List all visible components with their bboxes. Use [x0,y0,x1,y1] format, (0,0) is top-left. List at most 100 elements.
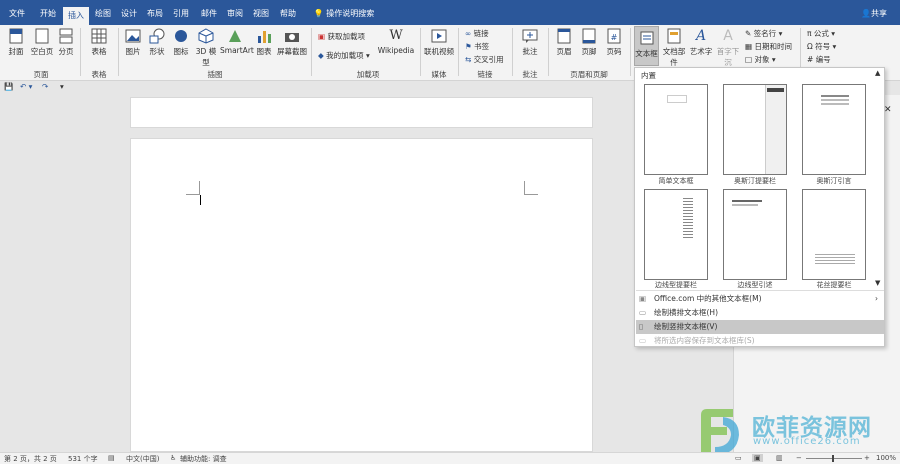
tab-file[interactable]: 文件 [4,5,30,22]
proofing-icon[interactable]: ▤ [108,454,115,462]
quick-parts-icon [667,28,681,44]
redo-icon[interactable]: ↷ [42,82,48,91]
quick-parts-button[interactable]: 文档部件 [660,28,688,68]
undo-icon[interactable]: ↶ ▾ [20,82,32,91]
pages-group-label: 页面 [33,70,49,79]
tab-draw[interactable]: 绘图 [90,5,116,22]
header-button[interactable]: 页眉 [553,28,575,57]
sidebar-preview [683,198,693,238]
link-button[interactable]: ∞ 链接 [465,28,489,39]
separator [630,28,631,76]
tab-references[interactable]: 引用 [168,5,194,22]
tab-home[interactable]: 开始 [34,5,62,22]
tell-me-search[interactable]: 💡 操作说明搜索 [308,5,380,22]
lightbulb-icon: 💡 [313,9,324,18]
date-time-button[interactable]: ▦ 日期和时间 [745,41,792,52]
textbox-button[interactable]: 文本框 [634,26,659,66]
separator [311,28,312,76]
language-indicator[interactable]: 中文(中国) [126,454,159,464]
tab-view[interactable]: 视图 [248,5,274,22]
tab-mailings[interactable]: 邮件 [196,5,222,22]
thumb-border-sidebar[interactable] [644,189,708,280]
save-selection-to-gallery[interactable]: ▭ 将所选内容保存到文本框库(S) [636,334,884,348]
page-2[interactable] [130,138,593,452]
word-count[interactable]: 531 个字 [68,454,98,464]
smartart-icon [229,30,241,42]
page-count[interactable]: 第 2 页，共 2 页 [4,454,57,464]
table-button[interactable]: 表格 [86,28,112,57]
icons-button[interactable]: 图标 [171,28,191,57]
zoom-slider[interactable] [806,455,862,462]
wordart-button[interactable]: A 艺术字 [689,28,713,57]
shapes-button[interactable]: 形状 [146,28,168,57]
zoom-in-button[interactable]: + [864,454,870,462]
scroll-down-icon[interactable]: ▼ [875,279,880,287]
print-layout-icon[interactable]: ▣ [752,454,763,462]
chevron-right-icon: › [875,294,878,303]
tab-insert[interactable]: 插入 [63,7,89,25]
thumb-austin-sidebar[interactable] [723,84,787,175]
wordart-icon: A [695,28,707,44]
customize-qat-icon[interactable]: ▾ [60,82,64,91]
equation-button[interactable]: π 公式 ▾ [807,28,835,39]
thumb-austin-quote[interactable] [802,84,866,175]
bookmark-icon: ⚑ [465,42,472,51]
accessibility-status[interactable]: 辅助功能: 调查 [180,454,227,464]
cross-reference-icon: ⇆ [465,55,472,64]
tab-help[interactable]: 帮助 [275,5,301,22]
addin-icon: ◆ [318,51,324,60]
share-button[interactable]: 👤共享 [858,5,890,22]
watermark-logo-icon [701,409,739,455]
zoom-out-button[interactable]: − [796,454,802,462]
signature-line-button[interactable]: ✎ 签名行 ▾ [745,28,782,39]
tab-design[interactable]: 设计 [116,5,142,22]
zoom-level[interactable]: 100% [876,454,896,462]
cross-reference-button[interactable]: ⇆ 交叉引用 [465,54,504,65]
pi-icon: π [807,29,812,38]
drop-cap-button[interactable]: A 首字下沉 [714,28,742,68]
focus-mode-icon[interactable]: ▭ [735,454,742,462]
scroll-up-icon[interactable]: ▲ [875,69,880,77]
tab-review[interactable]: 审阅 [222,5,248,22]
my-addins-button[interactable]: ◆ 我的加载项 ▾ [318,50,370,61]
symbol-button[interactable]: Ω 符号 ▾ [807,41,836,52]
tables-group-label: 表格 [91,70,107,79]
number-button[interactable]: # 编号 [807,54,831,65]
margin-corner-right [524,181,538,195]
thumb-label: 奥斯汀引言 [816,177,852,185]
quote-line [732,200,762,202]
footer-button[interactable]: 页脚 [578,28,600,57]
shapes-icon [149,28,165,44]
online-video-button[interactable]: 联机视频 [424,28,454,57]
thumb-simple-textbox[interactable] [644,84,708,175]
tab-layout[interactable]: 布局 [142,5,168,22]
chart-button[interactable]: 图表 [253,28,275,57]
thumb-border-quote[interactable] [723,189,787,280]
store-icon: ▣ [318,32,326,41]
svg-text:#: # [611,33,618,42]
close-icon[interactable]: ✕ [884,105,892,115]
thumb-filigree-sidebar[interactable] [802,189,866,280]
web-layout-icon[interactable]: ▥ [776,454,783,462]
save-icon[interactable]: 💾 [4,82,13,91]
bookmark-button[interactable]: ⚑ 书签 [465,41,489,52]
draw-vertical-textbox[interactable]: ▯ 绘制竖排文本框(V) [636,320,884,334]
3d-models-button[interactable]: 3D 模型 [194,28,218,68]
number-icon: # [807,55,814,64]
blank-page-button[interactable]: 空白页 [30,28,54,57]
get-addins-button[interactable]: ▣ 获取加载项 [318,31,365,42]
zoom-slider-thumb[interactable] [832,455,834,462]
screenshot-button[interactable]: 屏幕截图 [276,28,308,57]
draw-horizontal-textbox[interactable]: ▭ 绘制横排文本框(H) [636,306,884,320]
smartart-button[interactable]: SmartArt [220,28,254,55]
thumb-label: 简单文本框 [658,177,694,185]
comment-button[interactable]: 批注 [516,28,544,57]
object-button[interactable]: □ 对象 ▾ [745,54,776,65]
comments-group-label: 批注 [522,70,538,79]
page-break-button[interactable]: 分页 [56,28,76,57]
picture-button[interactable]: 图片 [122,28,144,57]
wikipedia-button[interactable]: W Wikipedia [376,28,416,55]
page-number-button[interactable]: # 页码 [603,28,625,57]
cover-page-button[interactable]: 封面 [4,28,28,57]
more-textboxes-office-com[interactable]: ▣ Office.com 中的其他文本框(M) › [636,292,884,306]
